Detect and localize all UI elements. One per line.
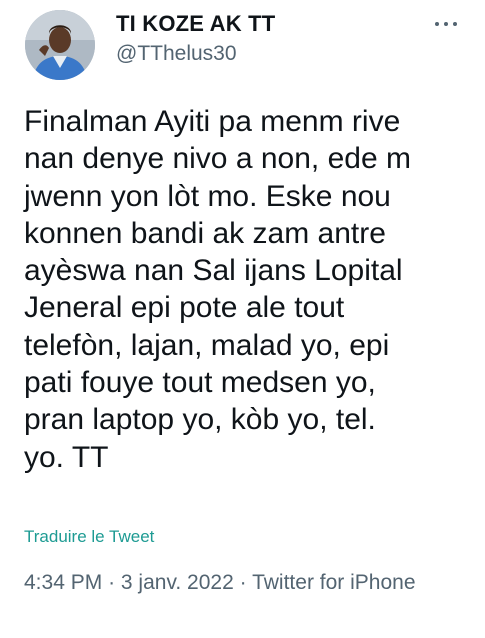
more-options-button[interactable] bbox=[428, 12, 464, 36]
tweet-text-line: jwenn yon lòt mo. Eske nou bbox=[24, 179, 391, 213]
tweet-time[interactable]: 4:34 PM bbox=[24, 571, 102, 594]
tweet-source[interactable]: Twitter for iPhone bbox=[252, 571, 415, 594]
meta-separator: · bbox=[239, 571, 247, 594]
more-horizontal-icon bbox=[433, 22, 460, 26]
tweet-date[interactable]: 3 janv. 2022 bbox=[121, 571, 234, 594]
meta-separator: · bbox=[108, 571, 116, 594]
tweet-text-line: Jeneral epi pote ale tout bbox=[24, 291, 345, 325]
tweet-text-line: telefòn, lajan, malad yo, epi bbox=[24, 328, 390, 362]
tweet-text-line: ayèswa nan Sal ijans Lopital bbox=[24, 254, 403, 288]
tweet-card: TI KOZE AK TT @TThelus30 Finalman Ayiti … bbox=[0, 0, 485, 638]
tweet-text-line: nan denye nivo a non, ede m bbox=[24, 142, 411, 176]
tweet-metadata: 4:34 PM · 3 janv. 2022 · Twitter for iPh… bbox=[24, 568, 464, 598]
tweet-text-line: konnen bandi ak zam antre bbox=[24, 216, 386, 250]
profile-photo-icon bbox=[25, 10, 95, 80]
tweet-text-line: pran laptop yo, kòb yo, tel. bbox=[24, 403, 376, 437]
tweet-text-line: yo. TT bbox=[24, 440, 109, 474]
tweet-text-line: Finalman Ayiti pa menm rive bbox=[24, 105, 401, 138]
author-display-name[interactable]: TI KOZE AK TT bbox=[116, 11, 275, 37]
author-handle[interactable]: @TThelus30 bbox=[116, 42, 237, 66]
translate-tweet-link[interactable]: Traduire le Tweet bbox=[24, 527, 154, 547]
avatar[interactable] bbox=[25, 10, 95, 80]
tweet-text-line: pati fouye tout medsen yo, bbox=[24, 366, 376, 400]
tweet-text: Finalman Ayiti pa menm rive nan denye ni… bbox=[24, 103, 474, 476]
